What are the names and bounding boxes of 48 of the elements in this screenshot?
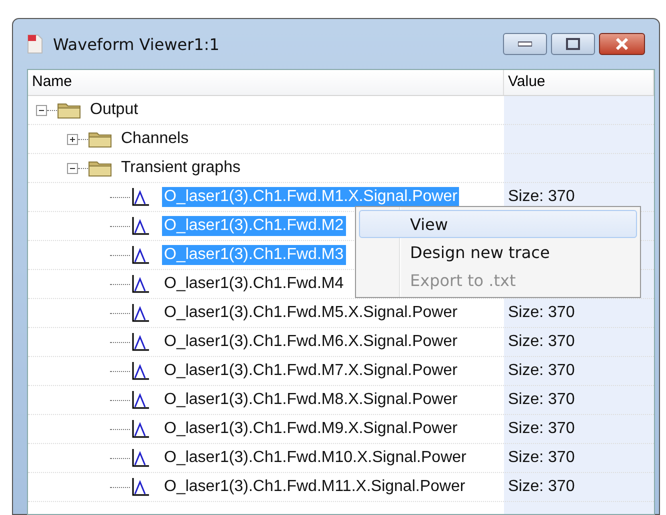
document-icon [27, 34, 43, 54]
graph-icon [130, 303, 150, 323]
graph-icon [130, 216, 150, 236]
graph-icon [130, 245, 150, 265]
collapse-icon[interactable] [36, 104, 47, 116]
value-text: Size: 370 [508, 420, 575, 438]
tree-item[interactable]: Output [88, 100, 140, 120]
minimize-icon [518, 41, 532, 47]
value-text: Size: 370 [508, 478, 575, 496]
column-header[interactable]: Value [504, 70, 654, 95]
tree-item[interactable]: Transient graphs [119, 158, 242, 178]
value-text: Size: 370 [508, 304, 575, 322]
tree-item[interactable]: O_laser1(3).Ch1.Fwd.M11.X.Signal.Power [162, 477, 468, 497]
tree-item[interactable]: O_laser1(3).Ch1.Fwd.M6.X.Signal.Power [162, 332, 460, 352]
maximize-button[interactable] [551, 33, 595, 55]
tree-item[interactable]: Channels [119, 129, 191, 149]
graph-icon [130, 274, 150, 294]
tree-item[interactable]: O_laser1(3).Ch1.Fwd.M8.X.Signal.Power [162, 390, 460, 410]
minimize-button[interactable] [503, 33, 547, 55]
graph-icon [130, 477, 150, 497]
value-text: Size: 370 [508, 449, 575, 467]
graph-icon [130, 419, 150, 439]
folder-icon [88, 159, 112, 177]
tree-item[interactable]: O_laser1(3).Ch1.Fwd.M7.X.Signal.Power [162, 361, 460, 381]
value-text: Size: 370 [508, 391, 575, 409]
value-text: Size: 370 [508, 333, 575, 351]
tree-item[interactable]: O_laser1(3).Ch1.Fwd.M9.X.Signal.Power [162, 419, 460, 439]
value-text: Size: 370 [508, 188, 575, 206]
tree-item[interactable]: O_laser1(3).Ch1.Fwd.M5.X.Signal.Power [162, 303, 460, 323]
tree-item[interactable]: O_laser1(3).Ch1.Fwd.M4 [162, 274, 346, 294]
window-title: Waveform Viewer1:1 [53, 34, 220, 54]
close-button[interactable] [599, 33, 645, 55]
graph-icon [130, 448, 150, 468]
graph-icon [130, 332, 150, 352]
maximize-icon [566, 38, 580, 50]
graph-icon [130, 390, 150, 410]
graph-icon [130, 187, 150, 207]
column-header[interactable]: Name [28, 70, 504, 95]
menu-item[interactable]: Design new trace [359, 238, 637, 266]
tree-item[interactable]: O_laser1(3).Ch1.Fwd.M10.X.Signal.Power [162, 448, 468, 468]
value-text: Size: 370 [508, 362, 575, 380]
collapse-icon[interactable] [67, 162, 78, 174]
folder-icon [88, 130, 112, 148]
close-icon [614, 38, 630, 50]
expand-icon[interactable] [67, 134, 78, 144]
graph-icon [130, 361, 150, 381]
folder-icon [57, 101, 81, 119]
menu-item[interactable]: View [359, 210, 637, 238]
